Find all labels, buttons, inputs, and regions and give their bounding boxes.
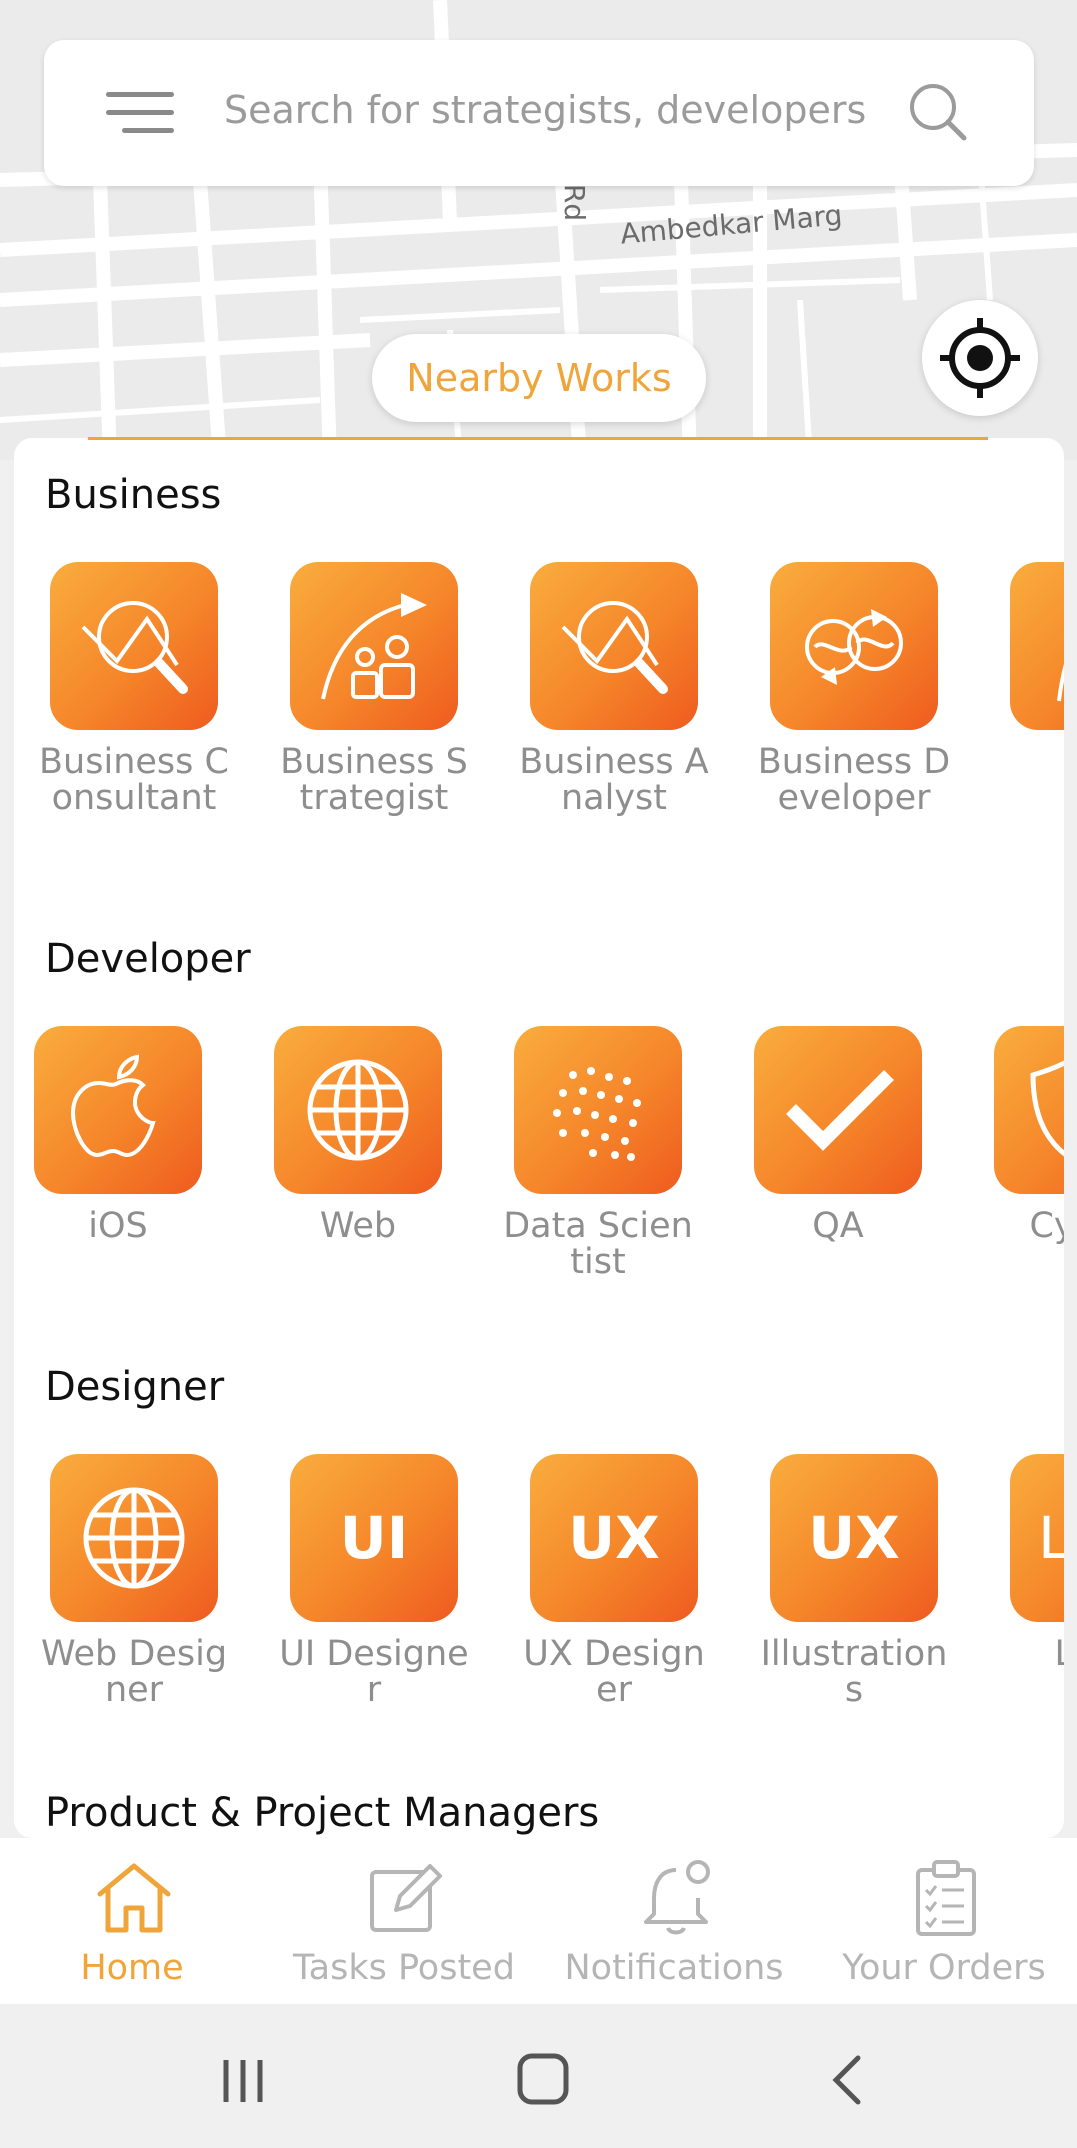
search-bar[interactable]: Search for strategists, developers (44, 40, 1034, 186)
label-qa: QA (812, 1206, 864, 1246)
globe-icon (83, 1487, 185, 1589)
tile-illustrations[interactable]: UX (770, 1454, 938, 1622)
nav-notifications[interactable]: Notifications (544, 1838, 804, 2004)
tile-qa[interactable] (754, 1026, 922, 1194)
apple-icon (70, 1054, 156, 1158)
home-icon (97, 1863, 171, 1933)
label-designer-partial: L De (994, 1636, 1064, 1672)
tile-business-developer[interactable] (770, 562, 938, 730)
label-ux-designer: UX Designer (523, 1634, 705, 1710)
nav-tasks-posted-label: Tasks Posted (293, 1948, 515, 1988)
tile-ux-designer[interactable]: UX (530, 1454, 698, 1622)
label-web: Web (319, 1206, 397, 1246)
bell-icon (644, 1860, 710, 1935)
search-input[interactable]: Search for strategists, developers (224, 88, 866, 132)
tile-business-strategist[interactable] (290, 562, 458, 730)
tile-business-analyst[interactable] (530, 562, 698, 730)
label-web-designer: Web Designer (40, 1634, 228, 1710)
road-label-rd: Rd (558, 183, 592, 222)
recents-icon[interactable] (218, 2056, 268, 2106)
search-chart-icon (81, 601, 188, 694)
nav-your-orders[interactable]: Your Orders (814, 1838, 1074, 2004)
tile-data-scientist[interactable] (514, 1026, 682, 1194)
l-text-icon: L (1038, 1504, 1064, 1572)
arc-icon (1057, 663, 1064, 702)
section-title-designer: Designer (45, 1364, 225, 1410)
label-data-scientist: Data Scientist (503, 1206, 693, 1282)
label-ios: iOS (88, 1206, 148, 1246)
growth-arrow-icon (321, 593, 427, 700)
label-business-partial: B A (994, 744, 1064, 780)
search-icon[interactable] (906, 80, 970, 144)
label-business-consultant: Business Consultant (39, 742, 229, 818)
globe-icon (307, 1059, 409, 1161)
tile-designer-partial[interactable]: L (1010, 1454, 1064, 1622)
nav-your-orders-label: Your Orders (842, 1948, 1046, 1988)
label-illustrations: Illustrations (760, 1634, 948, 1710)
panel-accent-line (88, 437, 988, 440)
label-developer-partial: Cy ec (1029, 1206, 1064, 1246)
tile-business-partial[interactable] (1010, 562, 1064, 730)
locate-button[interactable] (922, 300, 1038, 416)
shield-icon (1030, 1060, 1064, 1157)
tile-ios[interactable] (34, 1026, 202, 1194)
label-business-analyst: Business Analyst (519, 742, 709, 818)
back-icon[interactable] (828, 2054, 868, 2106)
tile-ui-designer[interactable]: UI (290, 1454, 458, 1622)
dots-icon (553, 1067, 641, 1161)
nearby-works-button[interactable]: Nearby Works (372, 334, 706, 422)
search-chart-icon (561, 601, 668, 694)
menu-icon[interactable] (106, 92, 174, 134)
home-square-icon[interactable] (516, 2052, 572, 2108)
system-nav-bar (0, 2004, 1077, 2148)
tile-business-consultant[interactable] (50, 562, 218, 730)
nav-notifications-label: Notifications (564, 1948, 784, 1988)
ui-text-icon: UI (339, 1504, 409, 1572)
nav-home[interactable]: Home (2, 1838, 262, 2004)
bottom-nav: Home Tasks Posted Notifications Your Ord… (0, 1838, 1077, 2004)
label-business-developer: Business Developer (757, 742, 951, 818)
tile-web[interactable] (274, 1026, 442, 1194)
ux-text-icon: UX (808, 1504, 900, 1572)
infinity-refresh-icon (805, 609, 903, 685)
section-title-developer: Developer (45, 936, 251, 982)
label-business-strategist: Business Strategist (280, 742, 468, 818)
check-icon (786, 1070, 894, 1151)
section-title-business: Business (45, 472, 222, 518)
edit-icon (370, 1864, 442, 1932)
nav-home-label: Home (80, 1948, 184, 1988)
tile-developer-partial[interactable] (994, 1026, 1064, 1194)
category-panel[interactable]: Business Business Consultant Business St… (14, 438, 1064, 1838)
crosshair-icon (940, 318, 1020, 398)
nav-tasks-posted[interactable]: Tasks Posted (274, 1838, 534, 2004)
tile-web-designer[interactable] (50, 1454, 218, 1622)
section-title-product-project-managers: Product & Project Managers (45, 1790, 600, 1836)
label-ui-designer: UI Designer (279, 1634, 469, 1710)
clipboard-icon (916, 1860, 976, 1936)
ux-text-icon: UX (568, 1504, 660, 1572)
